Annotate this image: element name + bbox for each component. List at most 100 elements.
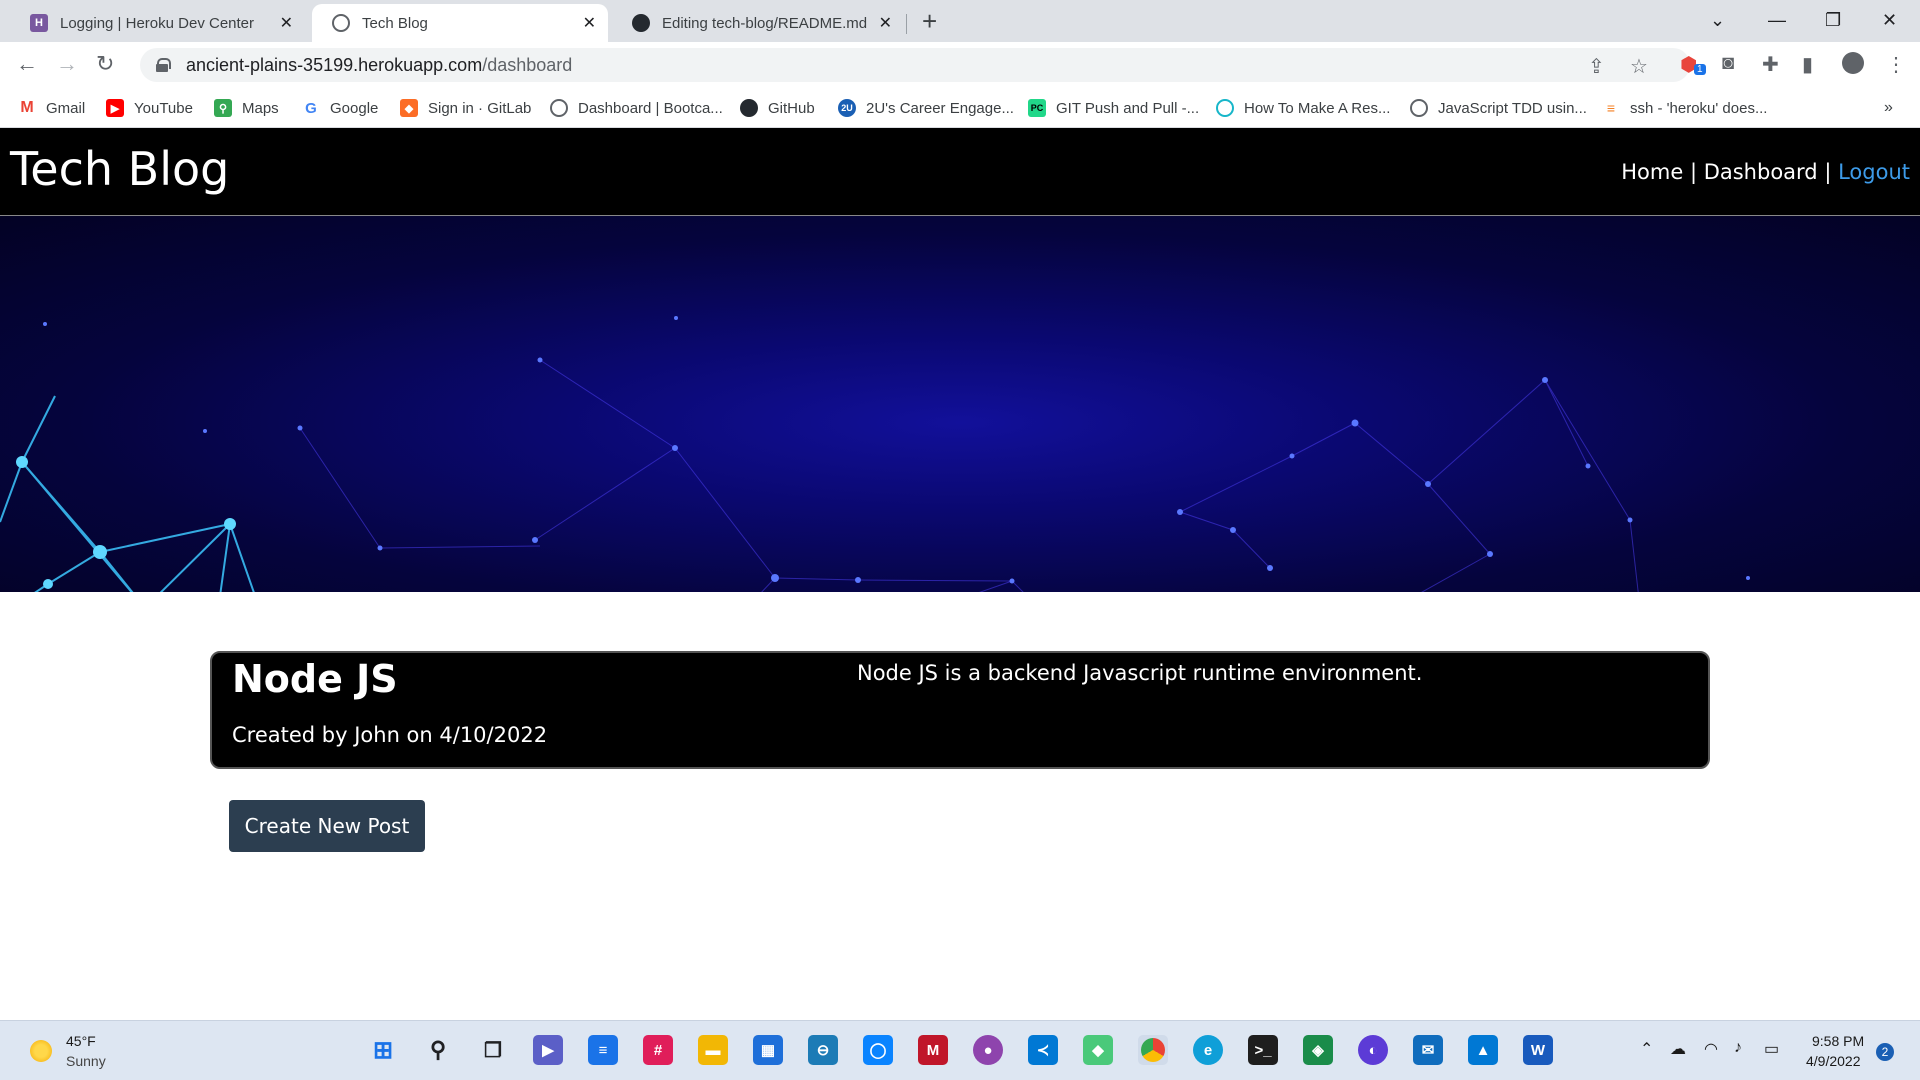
github-desktop-icon[interactable]: ● [973,1035,1003,1065]
site-nav: Home | Dashboard | Logout [1621,160,1910,184]
word-icon[interactable]: W [1523,1035,1553,1065]
bookmark-how-to-make[interactable]: How To Make A Res... [1216,96,1390,120]
profile-avatar-icon[interactable] [1842,52,1864,74]
camera-icon[interactable]: ◙ [1722,52,1734,75]
taskbar-time[interactable]: 9:58 PM [1812,1033,1864,1049]
clock-app-icon[interactable]: ◐ [1358,1035,1388,1065]
url-path: /dashboard [482,54,573,75]
menu-kebab-icon[interactable]: ⋮ [1886,52,1906,77]
slack-icon[interactable]: # [643,1035,673,1065]
bookmark-bootcamp-dashboard[interactable]: Dashboard | Bootca... [550,96,723,120]
nav-logout-link[interactable]: Logout [1838,160,1910,184]
nav-dashboard-link[interactable]: Dashboard [1704,160,1818,184]
tab-github-readme[interactable]: Editing tech-blog/README.md at ✕ [612,4,904,42]
weather-temperature[interactable]: 45°F [66,1033,96,1049]
2u-icon: 2U [838,99,856,117]
bookmark-git-push-pull[interactable]: PC GIT Push and Pull -... [1028,96,1199,120]
bookmarks-overflow-icon[interactable]: » [1884,96,1893,120]
terminal-icon[interactable]: >_ [1248,1035,1278,1065]
teams-chat-icon[interactable]: ▶ [533,1035,563,1065]
restore-button[interactable]: ❐ [1825,6,1841,34]
wifi-icon[interactable]: ◠ [1704,1039,1718,1059]
bookmark-maps[interactable]: ⚲ Maps [214,96,279,120]
battery-icon[interactable]: ▭ [1764,1039,1779,1059]
taskbar-date[interactable]: 4/9/2022 [1806,1053,1861,1069]
hero-banner-image [0,216,1920,592]
new-tab-button[interactable]: + [922,6,937,36]
weather-condition[interactable]: Sunny [66,1053,106,1069]
mail-icon[interactable]: ✉ [1413,1035,1443,1065]
bookmark-github[interactable]: GitHub [740,96,815,120]
bookmark-gmail[interactable]: M Gmail [18,96,85,120]
chrome-icon[interactable] [1138,1035,1168,1065]
notepad-icon[interactable]: ≡ [588,1035,618,1065]
post-title[interactable]: Node JS [232,657,398,701]
bookmark-gitlab[interactable]: ◆ Sign in · GitLab [400,96,531,120]
edge-icon[interactable]: e [1193,1035,1223,1065]
minimize-button[interactable]: — [1768,6,1786,34]
onedrive-icon[interactable]: ☁ [1670,1039,1686,1059]
mcafee-icon[interactable]: M [918,1035,948,1065]
tab-title: Tech Blog [362,14,428,32]
task-view-icon[interactable]: ❐ [478,1035,508,1065]
file-explorer-icon[interactable]: ▬ [698,1035,728,1065]
bookmark-javascript-tdd[interactable]: JavaScript TDD usin... [1410,96,1587,120]
site-brand[interactable]: Tech Blog [10,142,229,196]
address-bar[interactable]: ancient-plains-35199.herokuapp.com/dashb… [140,48,1690,82]
alexa-icon[interactable]: ◯ [863,1035,893,1065]
forward-button[interactable]: → [56,50,78,78]
volume-icon[interactable]: ♪ [1734,1039,1742,1057]
extension-badge: 1 [1694,64,1706,75]
extension-icon[interactable]: ⬢ 1 [1680,52,1706,77]
windows-start-icon[interactable]: ⊞ [368,1035,398,1065]
close-icon[interactable]: ✕ [879,13,892,33]
github-icon [740,99,758,117]
microsoft-store-icon[interactable]: ▦ [753,1035,783,1065]
sun-weather-icon[interactable] [30,1040,52,1062]
lock-icon[interactable] [156,58,171,72]
reload-button[interactable]: ↻ [96,50,114,78]
close-icon[interactable]: ✕ [280,13,293,33]
tab-tech-blog[interactable]: Tech Blog ✕ [312,4,608,42]
bookmark-2u-career[interactable]: 2U 2U's Career Engage... [838,96,1014,120]
globe-icon [332,14,350,32]
bookmark-label: Sign in · GitLab [428,99,532,117]
vscode-icon[interactable]: ≺ [1028,1035,1058,1065]
photos-icon[interactable]: ▲ [1468,1035,1498,1065]
post-body: Node JS is a backend Javascript runtime … [857,661,1423,685]
create-new-post-button[interactable]: Create New Post [229,800,425,852]
page-viewport: Tech Blog Home | Dashboard | Logout Node… [0,128,1920,1020]
gmail-icon: M [20,99,34,116]
bookmark-label: Google [330,99,379,117]
bookmark-label: How To Make A Res... [1244,99,1391,117]
bookmark-star-icon[interactable]: ☆ [1630,54,1648,79]
tab-heroku-logging[interactable]: H Logging | Heroku Dev Center ✕ [10,4,305,42]
bookmark-google[interactable]: G Google [302,96,378,120]
search-icon[interactable]: ⚲ [423,1035,453,1065]
network-graphic [0,316,1750,592]
bookmark-label: Gmail [46,99,86,117]
bookmark-label: YouTube [134,99,193,117]
post-card[interactable]: Node JS Created by John on 4/10/2022 Nod… [210,651,1710,769]
bookmark-ssh-heroku[interactable]: ≡ ssh - 'heroku' does... [1602,96,1768,120]
side-panel-icon[interactable]: ▮ [1802,52,1813,77]
nav-home-link[interactable]: Home [1621,160,1683,184]
stackoverflow-icon: ≡ [1606,100,1616,116]
bookmark-label: ssh - 'heroku' does... [1630,99,1768,117]
share-icon[interactable]: ⇪ [1588,54,1605,79]
notification-badge[interactable]: 2 [1876,1043,1894,1061]
back-button[interactable]: ← [16,50,38,78]
puzzle-extensions-icon[interactable]: ✚ [1762,52,1779,77]
tab-search-icon[interactable]: ⌄ [1710,6,1725,34]
maps-app-icon[interactable]: ◈ [1303,1035,1333,1065]
close-icon[interactable]: ✕ [583,13,596,33]
browser-toolbar: ← → ↻ ancient-plains-35199.herokuapp.com… [0,42,1920,88]
close-window-button[interactable]: ✕ [1882,6,1897,34]
bookmark-youtube[interactable]: ▶ YouTube [106,96,193,120]
chevron-up-icon[interactable]: ⌃ [1640,1039,1653,1059]
gitkraken-icon[interactable]: ◆ [1083,1035,1113,1065]
tab-title: Editing tech-blog/README.md at [662,14,869,32]
post-meta: Created by John on 4/10/2022 [232,723,548,747]
dell-icon[interactable]: ⊖ [808,1035,838,1065]
browser-tab-strip: H Logging | Heroku Dev Center ✕ Tech Blo… [0,0,1920,42]
